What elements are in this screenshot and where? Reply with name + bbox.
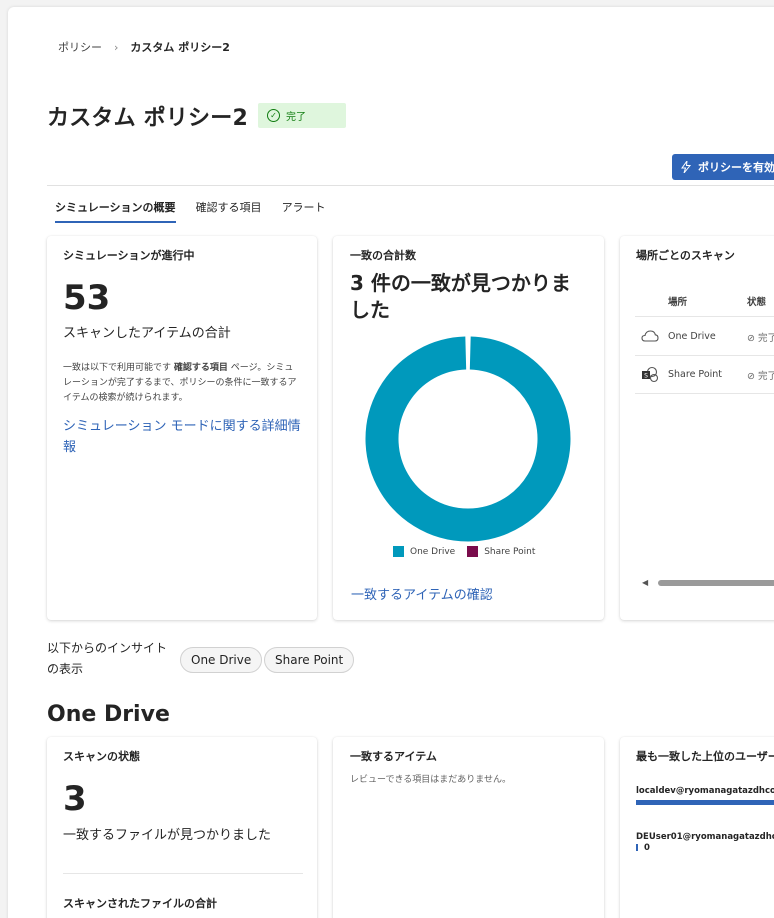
tab-bar: シミュレーションの概要 確認する項目 アラート: [55, 199, 326, 223]
insight-pill-sharepoint[interactable]: Share Point: [264, 647, 355, 673]
total-matches-title: 一致の合計数: [350, 249, 416, 262]
card-divider: [63, 873, 303, 874]
sharepoint-icon: S: [642, 366, 659, 383]
simulation-card-title: シミュレーションが進行中: [63, 249, 195, 262]
enable-policy-button[interactable]: ポリシーを有効: [672, 154, 774, 180]
location-name: One Drive: [668, 331, 716, 342]
review-matching-items-link[interactable]: 一致するアイテムの確認: [351, 584, 493, 603]
enable-policy-label: ポリシーを有効: [698, 161, 774, 174]
note-text-bold: 確認する項目: [173, 363, 228, 373]
scanned-files-total-title: スキャンされたファイルの合計: [63, 897, 217, 910]
legend-swatch: [393, 546, 404, 557]
check-circle-icon: ⊘: [747, 370, 755, 382]
svg-text:S: S: [644, 373, 648, 380]
page-title: カスタム ポリシー2: [47, 106, 248, 131]
chevron-right-icon: ›: [114, 40, 119, 54]
location-name: Share Point: [668, 369, 723, 380]
horizontal-scrollbar[interactable]: [658, 580, 774, 586]
top-user-bar: [636, 800, 774, 805]
donut-slice-one-drive[interactable]: [365, 336, 571, 542]
matched-files-count: 3: [63, 779, 87, 819]
matching-items-title: 一致するアイテム: [350, 750, 437, 763]
onedrive-section-title: One Drive: [47, 702, 170, 727]
top-users-card: 最も一致した上位のユーザー localdev@ryomanagatazdhco.…: [620, 737, 774, 918]
legend-item-sharepoint: Share Point: [467, 546, 535, 557]
tab-simulation-overview[interactable]: シミュレーションの概要: [55, 199, 176, 223]
location-status-label: 完了: [758, 370, 774, 382]
legend-label: One Drive: [410, 546, 456, 557]
simulation-mode-info-link[interactable]: シミュレーション モードに関する詳細情報: [63, 416, 303, 458]
chart-legend: One Drive Share Point: [393, 546, 535, 557]
status-badge-label: 完了: [286, 112, 306, 123]
top-user-name: localdev@ryomanagatazdhco.onmicrosoft.co…: [636, 786, 774, 796]
legend-label: Share Point: [484, 546, 536, 557]
flash-icon: [681, 161, 692, 173]
insight-pill-onedrive[interactable]: One Drive: [180, 647, 263, 673]
scan-by-location-card: 場所ごとのスキャン 場所 状態 One Drive ⊘ 完了 S Share P…: [620, 236, 774, 620]
table-header-divider: [635, 316, 774, 317]
breadcrumb-current: カスタム ポリシー2: [130, 41, 230, 54]
insights-label: 以下からのインサイトの表示: [47, 641, 168, 676]
top-user-name: DEUser01@ryomanagatazdhco.onmicrosoft.co…: [636, 832, 774, 842]
matching-items-card: 一致するアイテム レビューできる項目はまだありません。: [333, 737, 604, 918]
tab-items-to-review[interactable]: 確認する項目: [196, 199, 262, 223]
matching-items-empty-text: レビューできる項目はまだありません。: [350, 775, 512, 785]
legend-item-onedrive: One Drive: [393, 546, 455, 557]
scanned-count: 53: [63, 278, 111, 318]
table-row[interactable]: S Share Point ⊘ 完了: [635, 356, 774, 394]
breadcrumb: ポリシー › カスタム ポリシー2: [58, 39, 230, 55]
note-text-pre: 一致は以下で利用可能です: [63, 363, 172, 373]
location-status-label: 完了: [758, 332, 774, 344]
scan-status-card: スキャンの状態 3 一致するファイルが見つかりました スキャンされたファイルの合…: [47, 737, 317, 918]
column-header-location: 場所: [668, 297, 688, 308]
top-user-count: 0: [644, 843, 650, 853]
breadcrumb-root-link[interactable]: ポリシー: [58, 39, 102, 55]
simulation-card: シミュレーションが進行中 53 スキャンしたアイテムの合計 一致は以下で利用可能…: [47, 236, 317, 620]
scan-status-title: スキャンの状態: [63, 750, 140, 763]
check-circle-icon: ✓: [267, 109, 280, 122]
scan-by-location-title: 場所ごとのスキャン: [636, 249, 735, 262]
location-status: ⊘ 完了: [747, 330, 774, 344]
top-users-title: 最も一致した上位のユーザー: [636, 750, 774, 763]
top-user-bar: [636, 844, 638, 851]
matched-files-label: 一致するファイルが見つかりました: [63, 828, 272, 843]
legend-swatch: [467, 546, 479, 557]
column-header-status: 状態: [747, 297, 767, 308]
total-matches-card: 一致の合計数 3 件の一致が見つかりました One Drive Share Po…: [333, 236, 604, 620]
table-row[interactable]: One Drive ⊘ 完了: [635, 318, 774, 356]
header-divider: [47, 185, 774, 186]
check-circle-icon: ⊘: [747, 332, 755, 344]
onedrive-icon: [641, 330, 659, 342]
tab-alerts[interactable]: アラート: [282, 199, 326, 223]
location-status: ⊘ 完了: [747, 368, 774, 382]
status-badge: ✓ 完了: [258, 103, 346, 128]
simulation-note: 一致は以下で利用可能です 確認する項目 ページ。シミュレーションが完了するまで、…: [63, 361, 301, 406]
matches-headline: 3 件の一致が見つかりました: [350, 271, 571, 322]
donut-chart: [365, 336, 571, 542]
scroll-left-arrow-icon[interactable]: ◀: [642, 578, 648, 587]
scanned-count-label: スキャンしたアイテムの合計: [63, 326, 231, 341]
